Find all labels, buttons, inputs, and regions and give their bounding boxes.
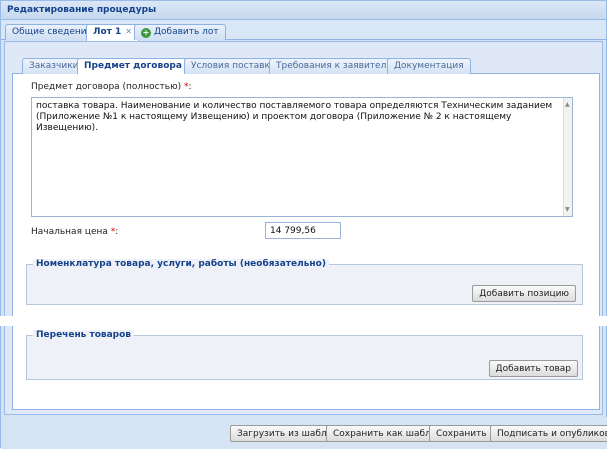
lot-body: Заказчики Предмет договора Условия поста… (4, 41, 603, 415)
tab-contract-subject[interactable]: Предмет договора (77, 58, 189, 75)
procedure-edit-window: Редактирование процедуры Общие сведения … (0, 0, 607, 449)
tab-add-lot[interactable]: + Добавить лот (134, 24, 226, 40)
subject-textarea[interactable]: поставка товара. Наименование и количест… (31, 97, 573, 217)
sub-tab-strip: Заказчики Предмет договора Условия поста… (12, 55, 600, 75)
nomenclature-fieldset: Номенклатура товара, услуги, работы (нео… (26, 259, 583, 305)
contract-subject-panel: Предмет договора (полностью) *: поставка… (12, 74, 600, 410)
tab-label: Добавить лот (154, 27, 219, 37)
label-colon: : (188, 82, 192, 92)
scroll-up-icon[interactable]: ▲ (565, 99, 570, 110)
window-title: Редактирование процедуры (1, 1, 606, 20)
subject-label: Предмет договора (полностью) *: (31, 82, 192, 92)
add-icon: + (141, 28, 151, 38)
tab-label: Документация (394, 61, 464, 71)
scroll-down-icon[interactable]: ▼ (565, 204, 570, 215)
add-position-button[interactable]: Добавить позицию (472, 285, 576, 302)
tab-label: Условия поставки (191, 61, 276, 71)
label-colon: : (115, 227, 119, 237)
subject-text: поставка товара. Наименование и количест… (36, 101, 553, 133)
price-label: Начальная цена *: (31, 227, 118, 237)
tab-delivery-terms[interactable]: Условия поставки (184, 58, 283, 74)
save-button[interactable]: Сохранить (429, 425, 494, 442)
tab-label: Требования к заявителям (276, 61, 399, 71)
tab-label: Заказчики (29, 61, 79, 71)
tab-customers[interactable]: Заказчики (22, 58, 86, 74)
tab-documentation[interactable]: Документация (387, 58, 471, 74)
sign-publish-button[interactable]: Подписать и опубликовать (490, 425, 607, 442)
footer-toolbar: Загрузить из шаблона Сохранить как шабло… (1, 417, 607, 449)
price-label-text: Начальная цена (31, 227, 108, 237)
add-goods-button[interactable]: Добавить товар (488, 360, 578, 377)
goods-list-legend: Перечень товаров (33, 330, 134, 340)
tab-applicant-requirements[interactable]: Требования к заявителям (269, 58, 406, 74)
tab-label: Предмет договора (84, 61, 182, 71)
subject-label-text: Предмет договора (полностью) (31, 82, 182, 92)
tab-general-info[interactable]: Общие сведения (5, 24, 100, 40)
tab-lot-1[interactable]: Лот 1 ✕ (86, 24, 139, 41)
textarea-scrollbar[interactable]: ▲ ▼ (563, 98, 572, 216)
tab-label: Лот 1 (93, 27, 122, 37)
render-gap (0, 316, 607, 326)
goods-list-fieldset: Перечень товаров Добавить товар (26, 330, 583, 380)
close-icon[interactable]: ✕ (125, 27, 132, 36)
price-input[interactable]: 14 799,56 (265, 222, 341, 239)
nomenclature-legend: Номенклатура товара, услуги, работы (нео… (33, 259, 329, 269)
tab-label: Общие сведения (12, 27, 93, 37)
top-tab-strip: Общие сведения Лот 1 ✕ + Добавить лот (1, 20, 606, 41)
